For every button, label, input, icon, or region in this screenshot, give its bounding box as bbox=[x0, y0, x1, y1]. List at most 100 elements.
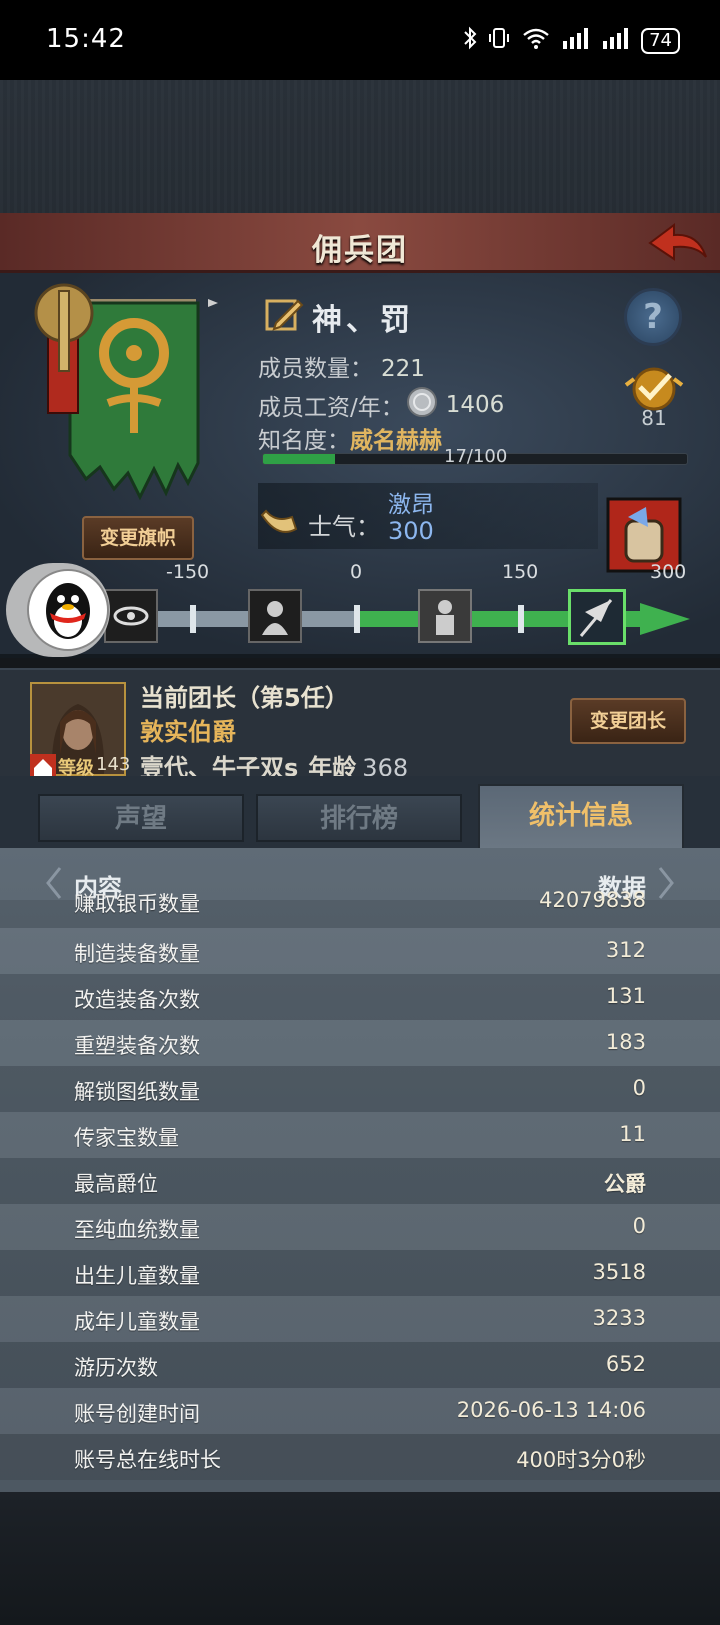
morale-stage-icon[interactable] bbox=[418, 589, 472, 643]
stat-row: 改造装备次数 131 bbox=[0, 974, 720, 1020]
status-bar: 15:42 74 bbox=[0, 0, 720, 80]
stat-key: 重塑装备次数 bbox=[74, 1034, 200, 1058]
help-button[interactable]: ? bbox=[624, 288, 682, 346]
bottom-background bbox=[0, 1492, 720, 1625]
horn-icon bbox=[258, 505, 300, 539]
wifi-icon bbox=[521, 26, 551, 56]
fame-line: 知名度：威名赫赫 bbox=[258, 421, 442, 455]
stat-row: 重塑装备次数 183 bbox=[0, 1020, 720, 1066]
signal-icon-2 bbox=[601, 27, 631, 55]
tick-label: 150 bbox=[502, 561, 539, 583]
stat-key: 赚取银币数量 bbox=[74, 892, 200, 916]
stat-key: 最高爵位 bbox=[74, 1172, 158, 1196]
tab-bar: 声望 排行榜 统计信息 bbox=[0, 776, 720, 850]
top-background bbox=[0, 80, 720, 215]
guild-banner bbox=[28, 283, 218, 513]
morale-stage-icon-active[interactable] bbox=[568, 589, 626, 645]
leader-level-badge: 等级 143 bbox=[30, 754, 131, 779]
back-button[interactable] bbox=[646, 217, 710, 269]
tick-label: -150 bbox=[166, 561, 210, 583]
members-line: 成员数量： 221 bbox=[258, 349, 425, 383]
stat-row: 解锁图纸数量 0 bbox=[0, 1066, 720, 1112]
stat-row: 出生儿童数量 3518 bbox=[0, 1250, 720, 1296]
stat-row: 账号总在线时长 400时3分0秒 bbox=[0, 1434, 720, 1480]
salary-value: 1406 bbox=[445, 392, 505, 418]
stat-key: 游历次数 bbox=[74, 1356, 158, 1380]
stat-key: 解锁图纸数量 bbox=[74, 1080, 200, 1104]
fame-title: 威名赫赫 bbox=[350, 428, 442, 454]
battery-indicator: 74 bbox=[641, 28, 680, 54]
silver-coin-icon bbox=[406, 386, 438, 424]
stat-key: 出生儿童数量 bbox=[74, 1264, 200, 1288]
stat-value: 183 bbox=[605, 1030, 646, 1054]
stat-value: 400时3分0秒 bbox=[516, 1448, 646, 1472]
qq-float-button[interactable] bbox=[6, 563, 110, 657]
stat-key: 至纯血统数量 bbox=[74, 1218, 200, 1242]
bluetooth-icon bbox=[463, 26, 477, 56]
stat-row: 游历次数 652 bbox=[0, 1342, 720, 1388]
status-time: 15:42 bbox=[46, 24, 126, 54]
stat-value: 0 bbox=[632, 1076, 646, 1100]
stat-value: 3518 bbox=[592, 1260, 646, 1284]
stat-value: 0 bbox=[632, 1214, 646, 1238]
rank-number: 81 bbox=[641, 406, 667, 430]
edit-name-icon[interactable] bbox=[264, 295, 304, 339]
leader-title: 当前团长（第5任） bbox=[140, 684, 349, 712]
stat-row: 传家宝数量 11 bbox=[0, 1112, 720, 1158]
leader-noble-title: 敦实伯爵 bbox=[140, 718, 236, 746]
penguin-icon bbox=[27, 569, 109, 651]
stat-row: 最高爵位 公爵 bbox=[0, 1158, 720, 1204]
members-value: 221 bbox=[381, 356, 425, 382]
morale-label: 士气： bbox=[308, 513, 380, 541]
stat-row: 至纯血统数量 0 bbox=[0, 1204, 720, 1250]
stat-value: 2026-06-13 14:06 bbox=[456, 1398, 646, 1422]
page-title: 佣兵团 bbox=[312, 233, 408, 268]
leader-section: 等级 143 当前团长（第5任） 敦实伯爵 壹代、牛子双s 年龄 368 变更团长 bbox=[0, 668, 720, 782]
stat-row: 成年儿童数量 3233 bbox=[0, 1296, 720, 1342]
morale-stage-icon[interactable] bbox=[104, 589, 158, 643]
tab-statistics[interactable]: 统计信息 bbox=[478, 784, 684, 850]
stat-value: 11 bbox=[619, 1122, 646, 1146]
morale-state: 激昂 bbox=[388, 492, 434, 518]
back-arrow-icon bbox=[648, 223, 707, 261]
stat-row: 账号创建时间 2026-06-13 14:06 bbox=[0, 1388, 720, 1434]
vibrate-icon bbox=[487, 26, 511, 56]
stat-key: 改造装备次数 bbox=[74, 988, 200, 1012]
tab-reputation[interactable]: 声望 bbox=[38, 794, 244, 842]
stat-value: 42079838 bbox=[539, 888, 646, 912]
stat-key: 制造装备数量 bbox=[74, 942, 200, 966]
salary-label: 成员工资/年： bbox=[258, 395, 404, 421]
change-leader-button[interactable]: 变更团长 bbox=[570, 698, 686, 744]
stat-key: 成年儿童数量 bbox=[74, 1310, 200, 1334]
fame-progress-text: 17/100 bbox=[444, 446, 508, 467]
guild-name-row: 神、罚 bbox=[264, 295, 414, 339]
stat-value: 公爵 bbox=[604, 1172, 646, 1196]
tick-label: 0 bbox=[350, 561, 363, 583]
leader-level-value: 143 bbox=[96, 754, 131, 775]
stat-row: 赚取银币数量 42079838 bbox=[0, 888, 720, 928]
stat-value: 652 bbox=[605, 1352, 646, 1376]
morale-stage-icon[interactable] bbox=[248, 589, 302, 643]
statistics-panel: 内容 数据 赚取银币数量 42079838 制造装备数量 312 改造装备次数 131… bbox=[0, 848, 720, 1492]
stat-row: 制造装备数量 312 bbox=[0, 928, 720, 974]
stat-key: 传家宝数量 bbox=[74, 1126, 179, 1150]
tab-leaderboard[interactable]: 排行榜 bbox=[256, 794, 462, 842]
stat-key: 账号总在线时长 bbox=[74, 1448, 221, 1472]
stat-value: 131 bbox=[605, 984, 646, 1008]
guild-name: 神、罚 bbox=[312, 303, 414, 338]
salary-line: 成员工资/年： 1406 bbox=[258, 386, 504, 424]
stats-list[interactable]: 赚取银币数量 42079838 制造装备数量 312 改造装备次数 131 重塑装备次… bbox=[0, 888, 720, 1480]
signal-icon bbox=[561, 27, 591, 55]
house-icon bbox=[30, 754, 56, 778]
fame-label: 知名度： bbox=[258, 428, 350, 454]
stat-key: 账号创建时间 bbox=[74, 1402, 200, 1426]
status-icons: 74 bbox=[463, 26, 680, 56]
stat-value: 312 bbox=[605, 938, 646, 962]
change-flag-button[interactable]: 变更旗帜 bbox=[82, 516, 194, 560]
members-label: 成员数量： bbox=[258, 356, 373, 382]
stat-value: 3233 bbox=[592, 1306, 646, 1330]
tick-label: 300 bbox=[650, 561, 687, 583]
morale-value: 300 bbox=[388, 517, 434, 545]
title-bar: 佣兵团 bbox=[0, 213, 720, 273]
fame-progress-fill bbox=[263, 454, 336, 464]
